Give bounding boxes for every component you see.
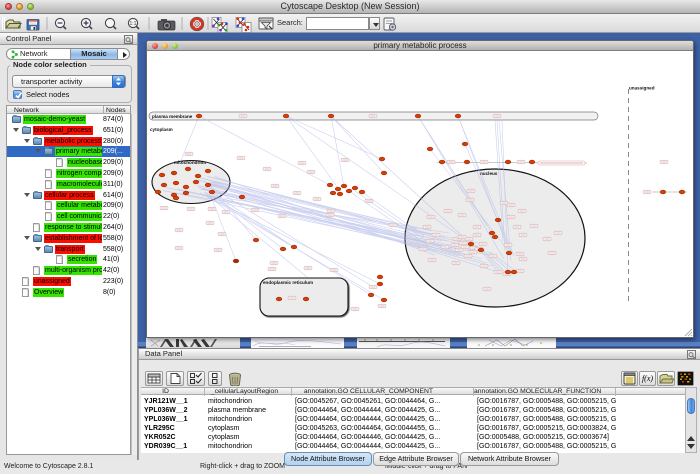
svg-text:endoplasmic reticulum: endoplasmic reticulum [263, 280, 313, 285]
svg-text:cytoplasm: cytoplasm [150, 127, 173, 132]
svg-text:plasma membrane: plasma membrane [152, 114, 193, 119]
svg-text:mitochondrion: mitochondrion [174, 160, 206, 165]
svg-text:nucleus: nucleus [480, 171, 498, 176]
svg-text:unassigned: unassigned [629, 86, 655, 91]
svg-text:1:1: 1:1 [130, 21, 137, 27]
